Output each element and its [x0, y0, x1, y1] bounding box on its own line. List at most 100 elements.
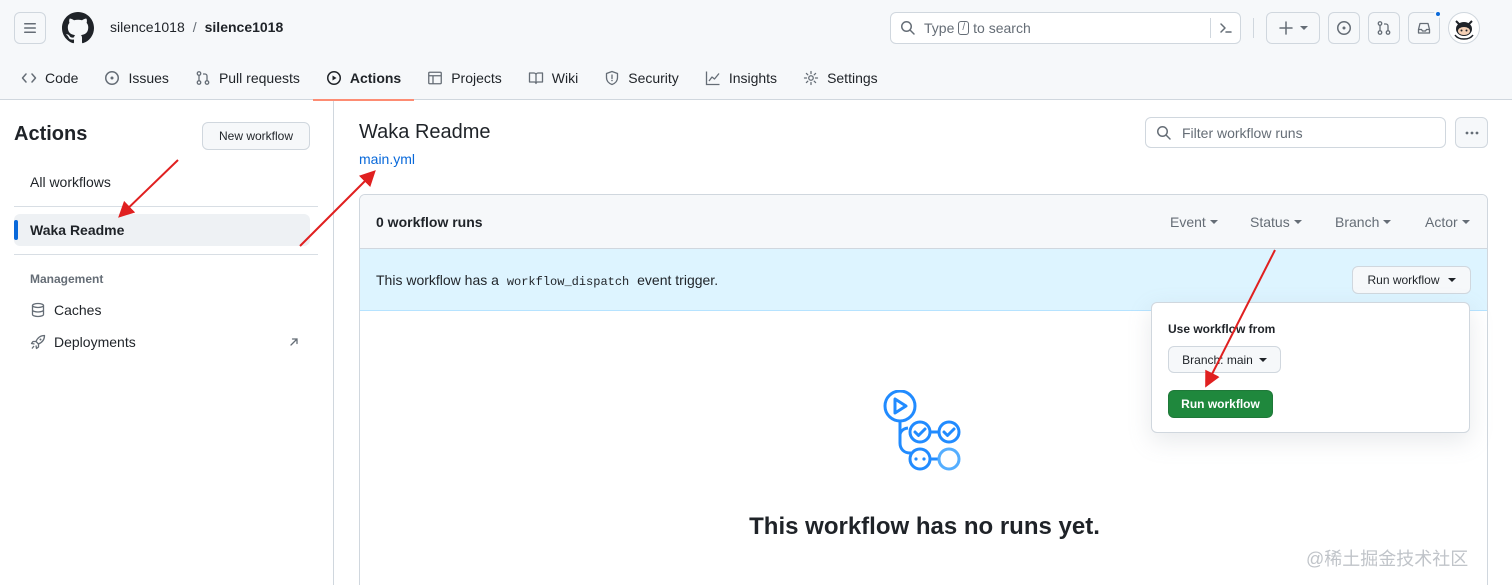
sidebar-divider	[14, 254, 318, 255]
tab-label: Code	[45, 70, 79, 86]
filter-placeholder: Filter workflow runs	[1182, 124, 1303, 141]
management-heading: Management	[30, 272, 104, 286]
table-icon	[428, 71, 443, 85]
sidebar-item-label: Waka Readme	[30, 222, 125, 238]
pull-requests-button[interactable]	[1368, 12, 1400, 44]
branch-select-label: Branch: main	[1182, 352, 1253, 367]
search-icon	[901, 21, 915, 35]
runs-header: 0 workflow runs Event Status Branch Acto…	[360, 195, 1487, 249]
repo-link[interactable]: silence1018	[205, 19, 284, 35]
avatar[interactable]	[1448, 12, 1480, 44]
gear-icon	[803, 70, 819, 86]
book-icon	[528, 72, 543, 85]
dispatch-post: event trigger.	[637, 272, 719, 288]
tab-code[interactable]: Code	[8, 56, 91, 100]
sidebar-divider	[14, 206, 318, 207]
issue-icon	[105, 71, 120, 85]
filter-workflow-runs-input[interactable]: Filter workflow runs	[1145, 117, 1446, 148]
branch-select[interactable]: Branch: main	[1168, 346, 1281, 373]
play-icon	[326, 71, 341, 85]
sidebar-item-all-workflows[interactable]: All workflows	[14, 166, 310, 198]
chevron-down-icon	[1293, 220, 1302, 224]
dispatch-code: workflow_dispatch	[506, 275, 630, 289]
new-workflow-button[interactable]: New workflow	[202, 122, 310, 150]
workflow-empty-icon	[883, 390, 961, 471]
search-icon	[1157, 125, 1171, 140]
tab-security[interactable]: Security	[591, 56, 692, 100]
tab-label: Wiki	[551, 70, 579, 86]
more-options-button[interactable]	[1455, 117, 1488, 148]
tab-label: Pull requests	[218, 70, 300, 86]
rocket-icon	[30, 334, 46, 350]
menu-button[interactable]	[14, 12, 46, 44]
global-header: silence1018 / silence1018 Type / to sear…	[0, 0, 1512, 101]
graph-icon	[705, 71, 720, 86]
external-link-icon	[290, 338, 298, 346]
tab-insights[interactable]: Insights	[692, 56, 790, 100]
tab-label: Security	[628, 70, 679, 86]
workflow-file-link[interactable]: main.yml	[359, 151, 415, 167]
tab-label: Projects	[451, 70, 502, 86]
owner-link[interactable]: silence1018	[110, 19, 185, 35]
sidebar-item-label: Deployments	[54, 334, 136, 350]
create-new-button[interactable]	[1266, 12, 1320, 44]
chevron-down-icon	[1383, 220, 1392, 224]
sidebar-item-label: All workflows	[30, 174, 111, 190]
issues-button[interactable]	[1328, 12, 1360, 44]
sidebar-item-waka-readme[interactable]: Waka Readme	[14, 214, 310, 246]
pull-request-icon	[196, 71, 210, 85]
tab-label: Actions	[349, 70, 402, 86]
breadcrumb-separator: /	[192, 19, 197, 35]
dispatch-text: This workflow has a workflow_dispatch ev…	[376, 272, 718, 289]
run-workflow-popover: Use workflow from Branch: main Run workf…	[1151, 302, 1470, 433]
status-filter-menu[interactable]: Status	[1250, 214, 1302, 230]
command-palette-button[interactable]	[1210, 18, 1234, 38]
inbox-button[interactable]	[1408, 10, 1442, 44]
search-prefix: Type	[924, 20, 955, 36]
branch-filter-menu[interactable]: Branch	[1335, 214, 1392, 230]
tab-wiki[interactable]: Wiki	[515, 56, 591, 100]
filter-label: Branch	[1335, 214, 1380, 230]
hamburger-icon	[24, 23, 36, 33]
sidebar-title: Actions	[14, 123, 88, 145]
run-workflow-dropdown-button[interactable]: Run workflow	[1352, 266, 1471, 294]
inbox-icon	[1417, 22, 1431, 34]
tab-label: Insights	[728, 70, 778, 86]
event-filter-menu[interactable]: Event	[1170, 214, 1218, 230]
breadcrumb: silence1018 / silence1018	[110, 19, 283, 35]
runs-count: 0 workflow runs	[376, 214, 483, 230]
global-search-input[interactable]: Type / to search	[890, 12, 1241, 44]
sidebar-item-caches[interactable]: Caches	[14, 294, 310, 326]
dispatch-pre: This workflow has a	[376, 272, 499, 288]
github-logo-icon[interactable]	[62, 12, 94, 44]
actor-filter-menu[interactable]: Actor	[1425, 214, 1470, 230]
sidebar-item-deployments[interactable]: Deployments	[14, 326, 310, 358]
watermark-text: @稀土掘金技术社区	[1306, 549, 1469, 569]
code-icon	[21, 73, 37, 83]
empty-state-title: This workflow has no runs yet.	[749, 513, 1100, 540]
sidebar-item-label: Caches	[54, 302, 102, 318]
pull-request-icon	[1377, 21, 1391, 35]
chevron-down-icon	[1447, 278, 1456, 282]
issue-icon	[1337, 21, 1351, 35]
filter-label: Status	[1250, 214, 1290, 230]
filter-label: Actor	[1425, 214, 1458, 230]
chevron-down-icon	[1209, 220, 1218, 224]
octocat-avatar-icon	[1454, 20, 1474, 40]
shield-icon	[606, 70, 619, 86]
run-workflow-submit-button[interactable]: Run workflow	[1168, 390, 1273, 418]
workflow-title: Waka Readme	[359, 121, 491, 143]
use-workflow-from-label: Use workflow from	[1168, 322, 1276, 336]
actions-sidebar: Actions New workflow All workflows Waka …	[0, 101, 334, 585]
tab-label: Settings	[827, 70, 878, 86]
header-divider	[1253, 18, 1254, 38]
tab-settings[interactable]: Settings	[790, 56, 891, 100]
tab-issues[interactable]: Issues	[91, 56, 181, 100]
chevron-down-icon	[1461, 220, 1470, 224]
search-shortcut-key: /	[958, 21, 970, 35]
tab-actions[interactable]: Actions	[312, 56, 415, 101]
repo-tabs: Code Issues Pull requests Actions Projec…	[0, 56, 891, 101]
tab-pull-requests[interactable]: Pull requests	[182, 56, 313, 100]
tab-projects[interactable]: Projects	[414, 56, 515, 100]
chevron-down-icon	[1258, 357, 1267, 362]
